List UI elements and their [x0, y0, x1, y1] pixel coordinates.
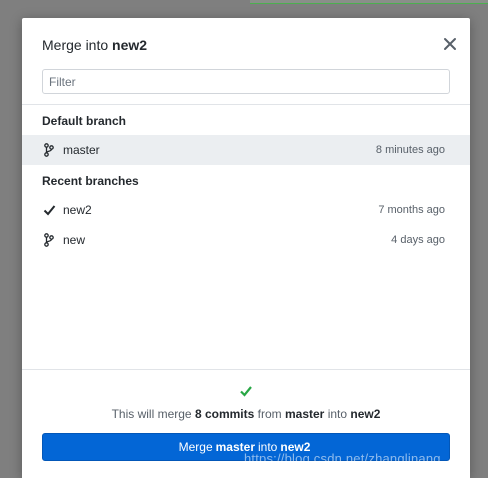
filter-input[interactable]	[42, 69, 450, 94]
default-branch-heading: Default branch	[42, 114, 127, 128]
git-branch-icon	[42, 233, 56, 247]
git-branch-icon	[42, 143, 56, 157]
summary-commits: 8 commits	[194, 407, 255, 421]
summary-into: into	[327, 407, 348, 421]
merge-summary: This will merge 8 commits from master in…	[22, 407, 470, 421]
dialog-title-branch: new2	[112, 37, 148, 53]
merge-dialog: Merge into new2 Default branch master 8 …	[22, 18, 470, 478]
summary-from: from	[257, 407, 282, 421]
branch-name: master	[63, 143, 100, 157]
branch-row-new[interactable]: new 4 days ago	[22, 225, 470, 255]
branch-row-master[interactable]: master 8 minutes ago	[22, 135, 470, 165]
recent-branches-heading: Recent branches	[42, 174, 139, 188]
dialog-title-prefix: Merge into	[42, 37, 109, 53]
merge-button-prefix: Merge	[178, 440, 213, 454]
watermark: https://blog.csdn.net/zhanglinang	[244, 451, 441, 466]
background-window-strip	[250, 0, 488, 4]
divider	[22, 104, 470, 105]
summary-source: master	[284, 407, 325, 421]
branch-time: 8 minutes ago	[375, 144, 445, 156]
close-icon[interactable]	[442, 36, 458, 52]
branch-time: 7 months ago	[378, 204, 445, 216]
success-check-icon	[239, 384, 253, 398]
branch-name: new	[63, 233, 86, 247]
summary-prefix: This will merge	[111, 407, 192, 421]
dialog-title: Merge into new2	[42, 37, 147, 53]
footer-divider	[22, 369, 470, 370]
branch-name: new2	[63, 203, 92, 217]
branch-time: 4 days ago	[391, 234, 445, 246]
summary-target: new2	[350, 407, 381, 421]
check-icon	[42, 203, 56, 217]
branch-row-new2[interactable]: new2 7 months ago	[22, 195, 470, 225]
